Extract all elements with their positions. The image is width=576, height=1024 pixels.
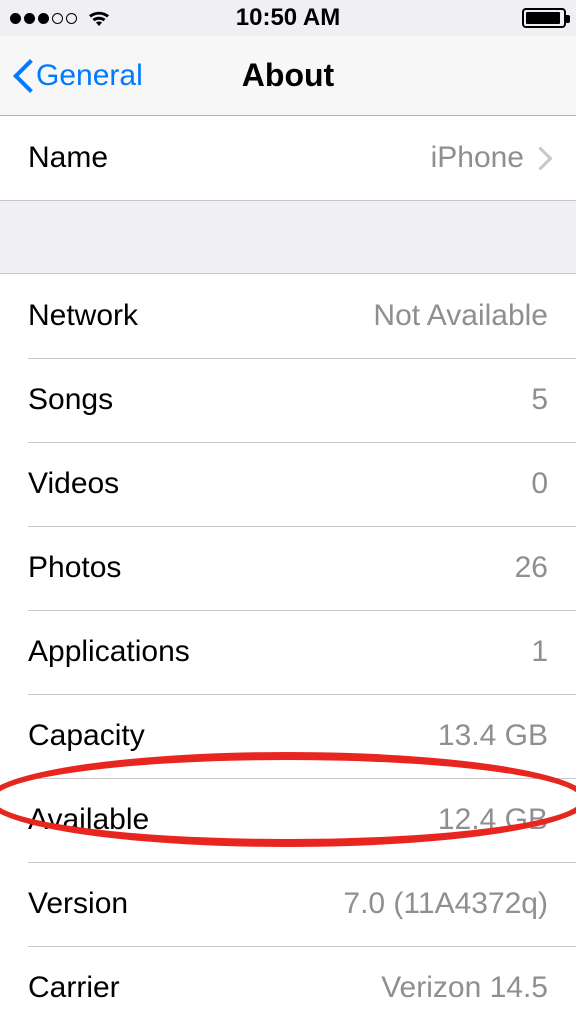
status-bar: 10:50 AM — [0, 0, 576, 36]
row-label: Network — [28, 299, 138, 333]
row-label: Version — [28, 887, 128, 921]
row-value: 13.4 GB — [438, 719, 548, 753]
row-value: 12.4 GB — [438, 803, 548, 837]
section-name: Name iPhone — [0, 116, 576, 201]
row-value: 26 — [515, 551, 548, 585]
row-videos: Videos 0 — [0, 442, 576, 526]
signal-strength-icon — [10, 13, 77, 24]
status-right — [522, 8, 566, 28]
row-value: iPhone — [431, 141, 548, 175]
wifi-icon — [85, 8, 113, 28]
row-capacity: Capacity 13.4 GB — [0, 694, 576, 778]
row-label: Applications — [28, 635, 190, 669]
row-value: 1 — [531, 635, 548, 669]
row-label: Name — [28, 141, 108, 175]
row-value: Verizon 14.5 — [381, 971, 548, 1005]
row-label: Videos — [28, 467, 119, 501]
row-label: Available — [28, 803, 149, 837]
row-label: Capacity — [28, 719, 145, 753]
status-left — [10, 8, 113, 28]
row-photos: Photos 26 — [0, 526, 576, 610]
row-carrier: Carrier Verizon 14.5 — [0, 946, 576, 1024]
row-label: Carrier — [28, 971, 120, 1005]
chevron-left-icon — [12, 58, 34, 94]
row-label: Photos — [28, 551, 121, 585]
row-songs: Songs 5 — [0, 358, 576, 442]
row-applications: Applications 1 — [0, 610, 576, 694]
row-name[interactable]: Name iPhone — [0, 116, 576, 200]
back-button[interactable]: General — [12, 58, 143, 94]
row-available: Available 12.4 GB — [0, 778, 576, 862]
row-value: 5 — [531, 383, 548, 417]
battery-icon — [522, 8, 566, 28]
section-details: Network Not Available Songs 5 Videos 0 P… — [0, 273, 576, 1024]
row-network: Network Not Available — [0, 274, 576, 358]
status-time: 10:50 AM — [236, 4, 340, 32]
row-value: Not Available — [373, 299, 548, 333]
chevron-right-icon — [534, 146, 548, 170]
row-label: Songs — [28, 383, 113, 417]
row-value: 0 — [531, 467, 548, 501]
row-version: Version 7.0 (11A4372q) — [0, 862, 576, 946]
row-value: 7.0 (11A4372q) — [343, 887, 548, 921]
back-label: General — [36, 59, 143, 93]
page-title: About — [242, 57, 334, 94]
navigation-bar: General About — [0, 36, 576, 116]
